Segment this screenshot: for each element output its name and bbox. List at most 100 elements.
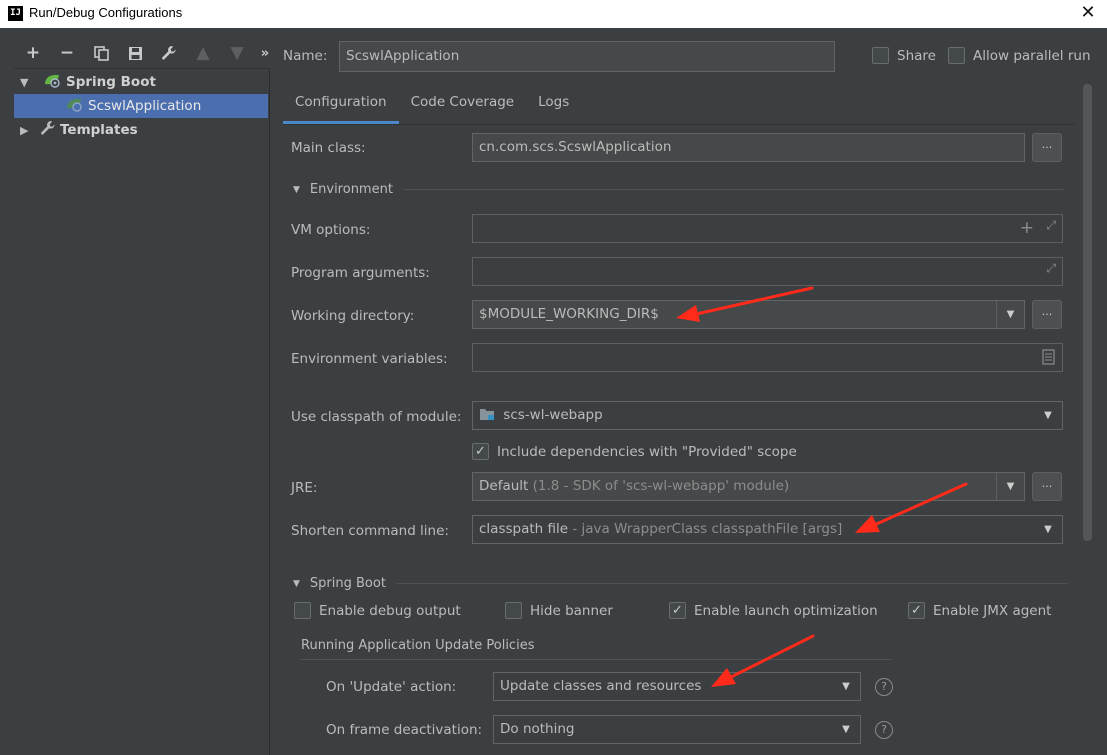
help-icon[interactable]: ?	[875, 721, 893, 739]
tree-node-spring-boot[interactable]: ▼ Spring Boot	[14, 70, 268, 94]
debug-output-option[interactable]: Enable debug output	[294, 602, 461, 619]
tab-code-coverage[interactable]: Code Coverage	[399, 84, 527, 124]
name-input[interactable]: ScswlApplication	[339, 41, 835, 72]
name-label: Name:	[283, 48, 328, 64]
shorten-command-line-select[interactable]: classpath file - java WrapperClass class…	[472, 515, 1063, 544]
section-collapse-icon[interactable]: ▼	[293, 185, 300, 195]
chevron-down-icon[interactable]: ▼	[832, 716, 860, 743]
main-class-browse-button[interactable]: ...	[1032, 133, 1062, 162]
share-checkbox[interactable]	[872, 47, 889, 64]
copy-icon[interactable]	[84, 40, 118, 66]
include-dependencies-checkbox[interactable]: ✓	[472, 443, 489, 460]
jmx-agent-label: Enable JMX agent	[933, 602, 1052, 619]
tree-label-templates: Templates	[60, 122, 138, 138]
wrench-icon[interactable]	[152, 40, 186, 66]
include-dependencies-option[interactable]: ✓ Include dependencies with "Provided" s…	[472, 443, 797, 460]
collapse-arrow-icon[interactable]: ▶	[20, 124, 32, 137]
working-directory-browse-button[interactable]: ...	[1032, 300, 1062, 329]
main-class-field[interactable]: cn.com.scs.ScswlApplication	[472, 133, 1025, 162]
tree-label-spring-boot: Spring Boot	[66, 74, 156, 90]
more-icon[interactable]: »	[254, 40, 276, 66]
tab-logs[interactable]: Logs	[526, 84, 581, 124]
section-collapse-icon[interactable]: ▼	[293, 579, 300, 589]
move-up-icon[interactable]: ▲	[186, 40, 220, 66]
launch-optimization-option[interactable]: ✓ Enable launch optimization	[669, 602, 878, 619]
frame-deactivation-value: Do nothing	[500, 721, 575, 737]
add-icon[interactable]: +	[1020, 218, 1034, 238]
close-window-button[interactable]: ✕	[1077, 2, 1099, 24]
policies-divider	[301, 659, 891, 660]
update-action-select[interactable]: Update classes and resources ▼	[493, 672, 861, 701]
vm-options-field[interactable]: + ⤢	[472, 214, 1063, 243]
jre-select[interactable]: Default (1.8 - SDK of 'scs-wl-webapp' mo…	[472, 472, 1025, 501]
spring-app-icon	[64, 96, 84, 116]
chevron-down-icon[interactable]: ▼	[996, 473, 1024, 500]
configuration-panel: Main class: cn.com.scs.ScswlApplication …	[283, 124, 1075, 755]
environment-section-title: Environment	[309, 182, 393, 197]
frame-deactivation-select[interactable]: Do nothing ▼	[493, 715, 861, 744]
section-divider	[402, 189, 1063, 190]
share-label: Share	[897, 47, 936, 64]
share-option[interactable]: Share	[872, 47, 936, 64]
environment-variables-label: Environment variables:	[291, 351, 448, 367]
environment-section[interactable]: ▼ Environment	[293, 182, 1063, 197]
program-arguments-label: Program arguments:	[291, 265, 430, 281]
launch-optimization-checkbox[interactable]: ✓	[669, 602, 686, 619]
tab-configuration[interactable]: Configuration	[283, 84, 399, 124]
expand-icon[interactable]: ⤢	[1046, 261, 1056, 276]
debug-output-checkbox[interactable]	[294, 602, 311, 619]
chevron-down-icon[interactable]: ▼	[1034, 402, 1062, 429]
spring-boot-icon	[42, 72, 62, 92]
chevron-down-icon[interactable]: ▼	[996, 301, 1024, 328]
frame-deactivation-label: On frame deactivation:	[326, 722, 483, 738]
section-divider	[395, 583, 1068, 584]
shorten-command-line-value: classpath file	[479, 521, 569, 537]
working-directory-field[interactable]: $MODULE_WORKING_DIR$ ▼	[472, 300, 1025, 329]
hide-banner-checkbox[interactable]	[505, 602, 522, 619]
configuration-tree: ▼ Spring Boot ScswlApplication ▶ Templat…	[14, 68, 270, 755]
spring-boot-section[interactable]: ▼ Spring Boot	[293, 576, 1068, 591]
parallel-run-option[interactable]: Allow parallel run	[948, 47, 1091, 64]
list-icon[interactable]	[1042, 349, 1055, 369]
spring-boot-section-title: Spring Boot	[309, 576, 386, 591]
title-bar: IJ Run/Debug Configurations ✕	[0, 0, 1107, 28]
add-icon[interactable]: +	[16, 40, 50, 66]
vertical-scrollbar[interactable]	[1083, 84, 1092, 541]
save-icon[interactable]	[118, 40, 152, 66]
jmx-agent-option[interactable]: ✓ Enable JMX agent	[908, 602, 1051, 619]
vm-options-label: VM options:	[291, 222, 371, 238]
parallel-run-label: Allow parallel run	[973, 47, 1091, 64]
shorten-command-line-label: Shorten command line:	[291, 523, 449, 539]
shorten-command-line-detail: - java WrapperClass classpathFile [args]	[572, 521, 843, 537]
update-action-label: On 'Update' action:	[326, 679, 457, 695]
jmx-agent-checkbox[interactable]: ✓	[908, 602, 925, 619]
working-directory-value: $MODULE_WORKING_DIR$	[479, 306, 659, 322]
help-icon[interactable]: ?	[875, 678, 893, 696]
hide-banner-option[interactable]: Hide banner	[505, 602, 613, 619]
hide-banner-label: Hide banner	[530, 602, 613, 619]
parallel-run-checkbox[interactable]	[948, 47, 965, 64]
program-arguments-field[interactable]: ⤢	[472, 257, 1063, 286]
jre-browse-button[interactable]: ...	[1032, 472, 1062, 501]
classpath-module-select[interactable]: scs-wl-webapp ▼	[472, 401, 1063, 430]
include-dependencies-label: Include dependencies with "Provided" sco…	[497, 443, 797, 460]
jre-detail: (1.8 - SDK of 'scs-wl-webapp' module)	[532, 478, 790, 494]
expand-arrow-icon[interactable]: ▼	[20, 76, 32, 89]
tree-node-scswl-application[interactable]: ScswlApplication	[14, 94, 268, 118]
move-down-icon[interactable]: ▼	[220, 40, 254, 66]
remove-icon[interactable]: −	[50, 40, 84, 66]
config-toolbar: + − ▲ ▼ »	[16, 40, 276, 66]
chevron-down-icon[interactable]: ▼	[1034, 516, 1062, 543]
debug-output-label: Enable debug output	[319, 602, 461, 619]
tree-node-templates[interactable]: ▶ Templates	[14, 118, 268, 142]
config-tabs: Configuration Code Coverage Logs	[283, 84, 581, 124]
expand-icon[interactable]: ⤢	[1046, 218, 1056, 233]
environment-variables-field[interactable]	[472, 343, 1063, 372]
intellij-app-icon: IJ	[8, 6, 23, 21]
update-action-value: Update classes and resources	[500, 678, 702, 694]
main-class-label: Main class:	[291, 140, 366, 156]
working-directory-label: Working directory:	[291, 308, 415, 324]
chevron-down-icon[interactable]: ▼	[832, 673, 860, 700]
launch-optimization-label: Enable launch optimization	[694, 602, 878, 619]
wrench-icon	[40, 120, 56, 140]
